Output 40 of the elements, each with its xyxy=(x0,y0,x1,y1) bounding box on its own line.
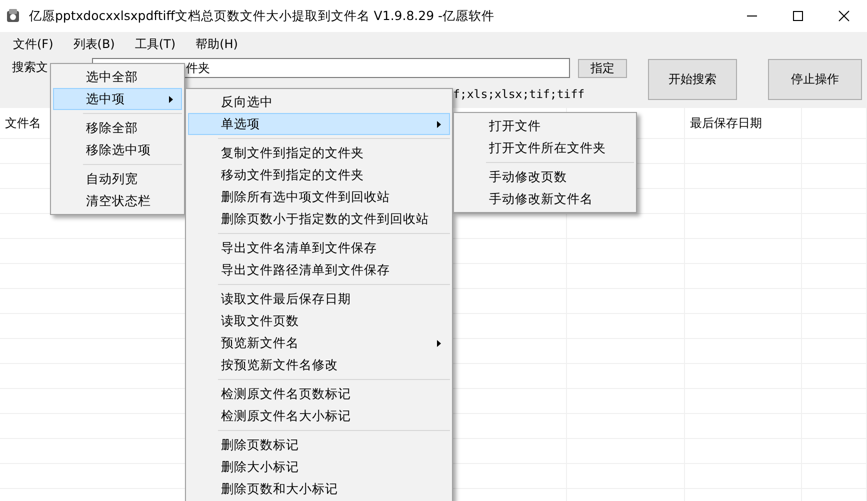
maximize-icon xyxy=(792,10,804,22)
menu-item[interactable]: 反向选中 xyxy=(188,91,450,113)
menu-item[interactable]: 删除所有选中项文件到回收站 xyxy=(188,186,450,208)
menu-item[interactable]: 移除选中项 xyxy=(53,139,182,161)
window-title: 亿愿pptxdocxxlsxpdftiff文档总页数文件大小提取到文件名 V1.9.8.29 -亿愿软件 xyxy=(29,8,496,24)
menu-bar-item[interactable]: 帮助(H) xyxy=(188,34,245,54)
search-folder-label: 搜索文 xyxy=(12,59,48,76)
app-icon xyxy=(5,8,21,24)
menu-item[interactable]: 删除大小标记 xyxy=(188,456,450,478)
start-search-button[interactable]: 开始搜索 xyxy=(648,59,737,100)
menu-item[interactable]: 打开文件所在文件夹 xyxy=(456,137,634,159)
menu-item[interactable]: 检测原文件名大小标记 xyxy=(188,405,450,427)
menu-item[interactable]: 选中项 xyxy=(53,88,182,110)
column-header[interactable]: 最后保存日期 xyxy=(685,108,802,138)
menu-item[interactable]: 手动修改新文件名 xyxy=(456,188,634,210)
menu-item[interactable]: 删除页数和大小标记 xyxy=(188,478,450,500)
menu-item[interactable]: 移动文件到指定的文件夹 xyxy=(188,164,450,186)
menu-bar-item[interactable]: 工具(T) xyxy=(128,34,183,54)
menu-item[interactable]: 复制文件到指定的文件夹 xyxy=(188,142,450,164)
menu-item[interactable]: 删除页数小于指定数的文件到回收站 xyxy=(188,208,450,230)
menu-item[interactable]: 打开文件 xyxy=(456,115,634,137)
menu-item[interactable]: 检测原文件名页数标记 xyxy=(188,383,450,405)
menu-item[interactable]: 预览新文件名 xyxy=(188,332,450,354)
menu-bar-item[interactable]: 文件(F) xyxy=(6,34,60,54)
menu-item[interactable]: 删除页数标记 xyxy=(188,434,450,456)
menu-item[interactable]: 按预览新文件名修改 xyxy=(188,354,450,376)
close-icon xyxy=(838,10,850,22)
menu-item[interactable]: 自动列宽 xyxy=(53,168,182,190)
stop-button[interactable]: 停止操作 xyxy=(768,59,862,100)
menu-item[interactable]: 移除全部 xyxy=(53,117,182,139)
menu-bar-item[interactable]: 列表(B) xyxy=(66,34,122,54)
menu-item[interactable]: 读取文件最后保存日期 xyxy=(188,288,450,310)
menu-item[interactable]: 手动修改页数 xyxy=(456,166,634,188)
extension-list: f;xls;xlsx;tif;tiff xyxy=(453,87,585,101)
menu-item[interactable]: 单选项 xyxy=(188,113,450,135)
menu-item[interactable]: 导出文件路径清单到文件保存 xyxy=(188,259,450,281)
menu-item[interactable]: 导出文件名清单到文件保存 xyxy=(188,237,450,259)
menu-item[interactable]: 清空状态栏 xyxy=(53,190,182,212)
menu-item[interactable]: 读取文件页数 xyxy=(188,310,450,332)
assign-button[interactable]: 指定 xyxy=(578,59,627,78)
